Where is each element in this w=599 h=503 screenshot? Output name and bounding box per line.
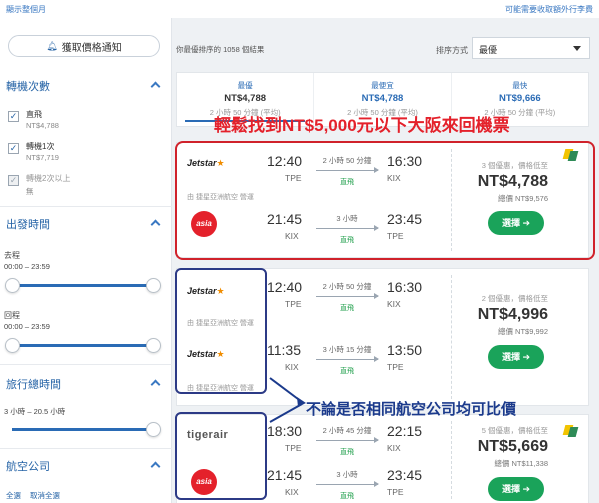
- select-all-link[interactable]: 全選: [6, 490, 21, 501]
- sort-select[interactable]: 最優: [472, 37, 590, 59]
- return-line: [316, 481, 379, 487]
- return-line: [316, 356, 379, 362]
- annotation-note: 不論是否相同航空公司均可比價: [306, 401, 517, 418]
- stops-two-label: 轉機2次以上: [26, 174, 71, 183]
- price: NT$4,996: [477, 306, 548, 323]
- deal-flag-icon: [564, 425, 578, 437]
- return-arr-time: 13:50: [387, 342, 423, 358]
- highlight-box-red: [175, 141, 595, 260]
- outbound-label: 去程: [4, 251, 20, 260]
- chevron-down-icon: [573, 46, 581, 51]
- card-divider: [451, 421, 452, 499]
- journey-title: 旅行總時間: [6, 379, 61, 391]
- total-price: 總價 NT$11,338: [494, 459, 548, 468]
- deals-text: 5 個優惠，價格低至: [481, 426, 548, 435]
- sort-value: 最優: [479, 45, 498, 55]
- stops-two-checkbox: ✓: [8, 175, 19, 186]
- airlines-title: 航空公司: [6, 461, 50, 473]
- return-arr-time: 23:45: [387, 467, 423, 483]
- stops-direct-label: 直飛: [26, 110, 42, 119]
- return-label: 回程: [4, 311, 20, 320]
- outbound-line: [316, 293, 379, 299]
- stops-direct-checkbox[interactable]: ✓: [8, 111, 19, 122]
- outbound-arr-code: KIX: [387, 443, 401, 453]
- bell-icon: 🔔︎: [46, 40, 58, 51]
- return-slider-track[interactable]: [12, 344, 154, 347]
- departure-title: 出發時間: [6, 219, 50, 231]
- outbound-line: [316, 437, 379, 443]
- annotation-banner: 輕鬆找到NT$5,000元以下大阪來回機票: [214, 116, 510, 135]
- outbound-direct: 直飛: [340, 449, 354, 456]
- tab-title: 最快: [512, 81, 528, 90]
- outbound-range: 00:00 – 23:59: [4, 262, 50, 271]
- highlight-box-blue: [175, 412, 267, 500]
- stops-title: 轉機次數: [6, 81, 50, 93]
- price: NT$5,669: [477, 438, 548, 455]
- outbound-dep-code: TPE: [285, 443, 302, 453]
- total-price: 總價 NT$9,992: [497, 327, 548, 336]
- journey-range: 3 小時 – 20.5 小時: [4, 407, 66, 416]
- return-range: 00:00 – 23:59: [4, 322, 50, 331]
- return-duration: 3 小時: [336, 470, 358, 479]
- stops-direct-price: NT$4,788: [26, 121, 59, 130]
- chevron-up-icon[interactable]: [150, 80, 160, 90]
- return-duration: 3 小時 15 分鐘: [322, 345, 372, 354]
- return-arr-code: TPE: [387, 362, 404, 372]
- stops-two-price: 無: [26, 187, 34, 196]
- tab-price: NT$9,666: [498, 93, 541, 104]
- deals-text: 2 個優惠，價格低至: [481, 294, 548, 303]
- price-alert-label: 獲取價格通知: [61, 42, 122, 54]
- journey-slider-max-handle[interactable]: [146, 422, 161, 437]
- return-slider-min-handle[interactable]: [5, 338, 20, 353]
- outbound-arr-time: 16:30: [387, 279, 423, 295]
- divider: [0, 206, 172, 207]
- outbound-slider-track[interactable]: [12, 284, 154, 287]
- outbound-slider-min-handle[interactable]: [5, 278, 20, 293]
- outbound-duration: 2 小時 45 分鐘: [322, 426, 372, 435]
- select-button[interactable]: 選擇 ➔: [488, 477, 544, 501]
- annotation-arrows: [269, 377, 306, 423]
- result-count: 你最優排序的 1058 個結果: [176, 45, 265, 54]
- return-direct: 直飛: [340, 493, 354, 500]
- tab-price: NT$4,788: [224, 93, 267, 104]
- outbound-slider-max-handle[interactable]: [146, 278, 161, 293]
- screenshot-root: 顯示整個月 可能需要收取額外行李費 🔔︎ 獲取價格通知 轉機次數 ✓ 直飛 NT…: [0, 0, 599, 503]
- select-button[interactable]: 選擇 ➔: [488, 345, 544, 369]
- baggage-fee-link[interactable]: 可能需要收取額外行李費: [505, 4, 593, 15]
- stops-one-checkbox[interactable]: ✓: [8, 143, 19, 154]
- outbound-dep-time: 12:40: [267, 279, 303, 295]
- filter-sidebar: 🔔︎ 獲取價格通知 轉機次數 ✓ 直飛 NT$4,788 ✓ 轉機1次 NT$7…: [0, 18, 172, 503]
- return-dep-time: 21:45: [267, 467, 303, 483]
- tab-price: NT$4,788: [361, 93, 404, 104]
- price-alert-button[interactable]: 🔔︎ 獲取價格通知: [8, 35, 160, 57]
- outbound-dep-code: TPE: [285, 299, 302, 309]
- return-direct: 直飛: [340, 368, 354, 375]
- return-dep-code: KIX: [285, 362, 299, 372]
- card-divider: [451, 275, 452, 399]
- chevron-up-icon[interactable]: [150, 218, 160, 228]
- show-month-link[interactable]: 顯示整個月: [6, 4, 46, 15]
- chevron-up-icon[interactable]: [150, 460, 160, 470]
- outbound-direct: 直飛: [340, 305, 354, 312]
- sort-label: 排序方式: [436, 46, 468, 55]
- return-dep-code: KIX: [285, 487, 299, 497]
- return-dep-time: 11:35: [267, 342, 301, 358]
- journey-slider-track[interactable]: [12, 428, 154, 431]
- chevron-up-icon[interactable]: [150, 378, 160, 388]
- top-bar: 顯示整個月 可能需要收取額外行李費: [0, 0, 599, 18]
- divider: [0, 448, 172, 449]
- divider: [0, 364, 172, 365]
- stops-one-price: NT$7,719: [26, 153, 59, 162]
- stops-one-label: 轉機1次: [26, 142, 55, 151]
- tab-title: 最優: [237, 81, 253, 90]
- return-arr-code: TPE: [387, 487, 404, 497]
- clear-all-link[interactable]: 取消全選: [30, 490, 60, 501]
- return-slider-max-handle[interactable]: [146, 338, 161, 353]
- outbound-arr-time: 22:15: [387, 423, 423, 439]
- outbound-arr-code: KIX: [387, 299, 401, 309]
- highlight-box-blue: [175, 268, 267, 394]
- tab-title: 最便宜: [371, 81, 394, 90]
- outbound-duration: 2 小時 50 分鐘: [322, 282, 372, 291]
